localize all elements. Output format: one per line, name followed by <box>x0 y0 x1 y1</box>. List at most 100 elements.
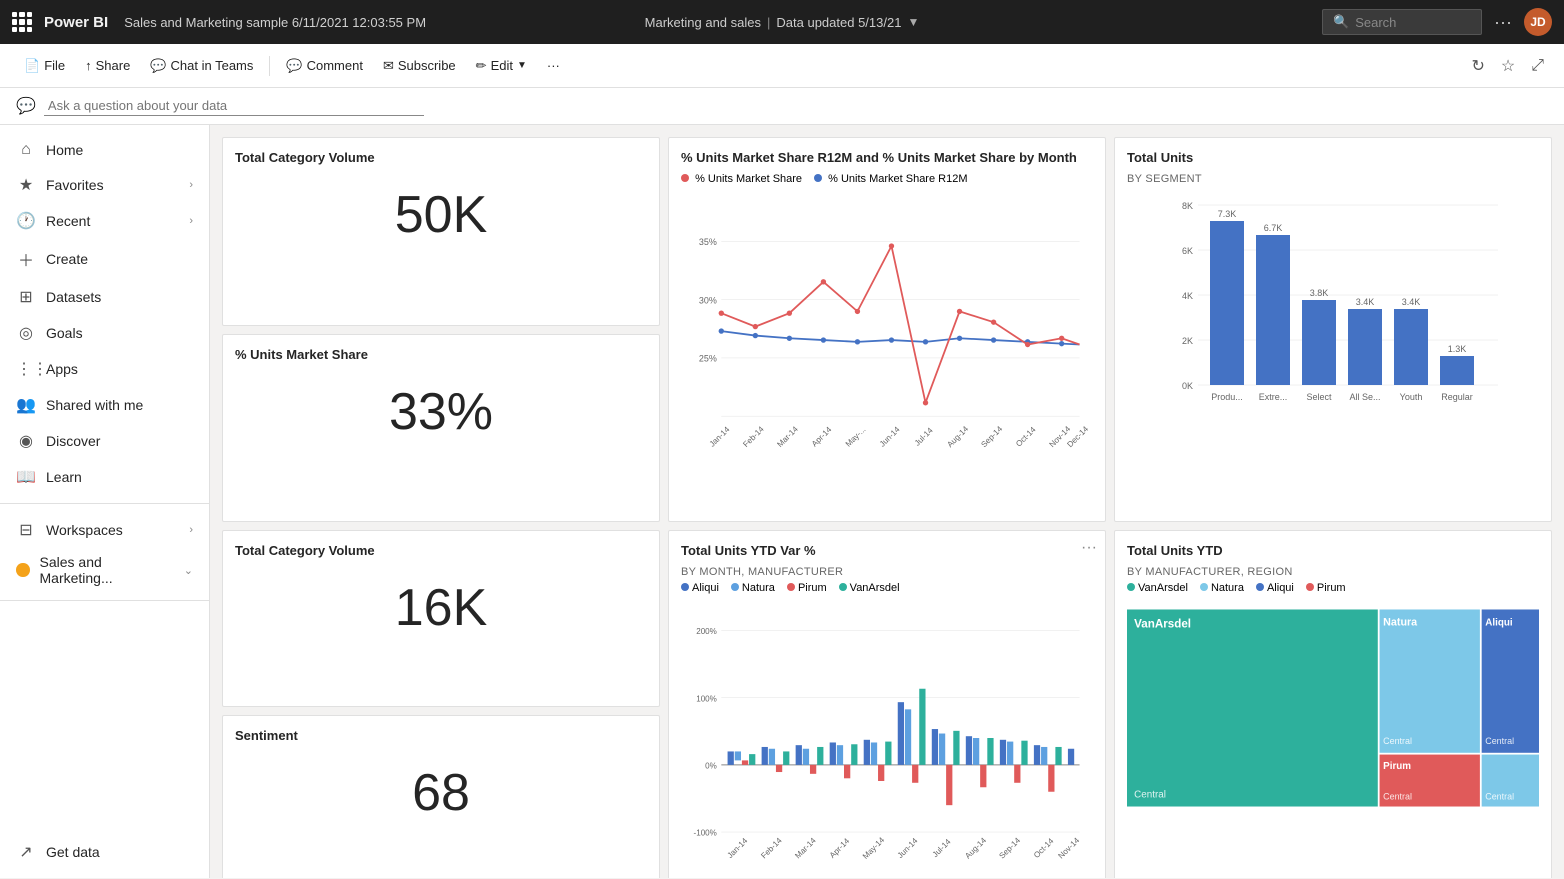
svg-text:1.3K: 1.3K <box>1448 344 1467 354</box>
qa-bar: 💬 <box>0 88 1564 125</box>
sidebar-label-apps: Apps <box>46 361 78 377</box>
tcv2-title: Total Category Volume <box>235 543 647 558</box>
datasets-icon: ⊞ <box>16 287 36 307</box>
workspace-dot <box>16 563 30 577</box>
svg-text:Sep-14: Sep-14 <box>997 835 1022 860</box>
sidebar-item-recent[interactable]: 🕐 Recent › <box>0 203 209 239</box>
comment-button[interactable]: 💬 Comment <box>278 54 371 78</box>
legend-vanarsdel: VanArsdel <box>839 582 900 594</box>
sidebar-item-apps[interactable]: ⋮⋮ Apps <box>0 351 209 387</box>
fullscreen-icon[interactable]: ⤢ <box>1527 53 1548 79</box>
svg-text:Nov-14: Nov-14 <box>1056 835 1081 860</box>
dashboard-content: Total Category Volume 50K % Units Market… <box>210 125 1564 878</box>
svg-text:Central: Central <box>1485 736 1514 746</box>
sidebar-item-workspaces[interactable]: ⊟ Workspaces › <box>0 512 209 548</box>
sidebar-item-favorites[interactable]: ★ Favorites › <box>0 167 209 203</box>
sidebar-item-create[interactable]: ＋ Create <box>0 239 209 279</box>
svg-text:Sep-14: Sep-14 <box>979 424 1004 449</box>
stacked-bar-subtitle: BY MONTH, MANUFACTURER <box>681 566 1093 578</box>
tcv-value: 50K <box>235 185 647 245</box>
stacked-bar-title: Total Units YTD Var % <box>681 543 1093 558</box>
svg-text:Apr-14: Apr-14 <box>828 836 852 860</box>
chat-label: Chat in Teams <box>171 58 254 73</box>
sidebar-item-shared[interactable]: 👥 Shared with me <box>0 387 209 423</box>
main-layout: ⌂ Home ★ Favorites › 🕐 Recent › ＋ Create… <box>0 125 1564 878</box>
sidebar-item-discover[interactable]: ◉ Discover <box>0 423 209 459</box>
file-button[interactable]: 📄 File <box>16 54 73 78</box>
svg-text:-100%: -100% <box>694 829 717 838</box>
legend-pirum: Pirum <box>787 582 827 594</box>
svg-text:All Se...: All Se... <box>1349 392 1380 402</box>
stacked-bar-legend: Aliqui Natura Pirum VanArsdel <box>681 582 1093 594</box>
sidebar-item-home[interactable]: ⌂ Home <box>0 133 209 167</box>
left-column: Total Category Volume 50K % Units Market… <box>222 137 660 522</box>
comment-label: Comment <box>307 58 363 73</box>
center-text: Marketing and sales <box>645 15 761 30</box>
svg-text:Aug-14: Aug-14 <box>945 424 970 449</box>
treemap-legend: VanArsdel Natura Aliqui Pirum <box>1127 582 1539 594</box>
favorite-icon[interactable]: ☆ <box>1497 52 1519 80</box>
sidebar-item-goals[interactable]: ◎ Goals <box>0 315 209 351</box>
svg-text:Jun-14: Jun-14 <box>896 836 920 860</box>
bar-chart-card: Total Units BY SEGMENT 8K 6K 4K 2K 0K 7.… <box>1114 137 1552 522</box>
subscribe-label: Subscribe <box>398 58 456 73</box>
more-options-chart-button[interactable]: ··· <box>1081 539 1097 557</box>
qa-input[interactable] <box>44 96 424 116</box>
svg-text:6K: 6K <box>1182 246 1193 256</box>
bar-chart-title: Total Units <box>1127 150 1539 165</box>
total-category-volume-card: Total Category Volume 50K <box>222 137 660 326</box>
sidebar-label-recent: Recent <box>46 213 90 229</box>
data-updated: Data updated 5/13/21 <box>776 15 901 30</box>
sidebar-divider <box>0 503 209 504</box>
treemap-card: Total Units YTD BY MANUFACTURER, REGION … <box>1114 530 1552 878</box>
bar-chart-subtitle: BY SEGMENT <box>1127 173 1539 185</box>
toolbar-right: ↻ ☆ ⤢ <box>1467 52 1548 80</box>
legend-pirum-tm: Pirum <box>1306 582 1346 594</box>
svg-text:0K: 0K <box>1182 381 1193 391</box>
qa-icon: 💬 <box>16 96 36 116</box>
more-options-button[interactable]: ··· <box>1494 12 1512 33</box>
stacked-bar-svg: 200% 100% 0% -100% <box>681 598 1093 878</box>
edit-button[interactable]: ✏ Edit ▼ <box>468 54 535 78</box>
workspace-chevron: ⌄ <box>184 564 193 577</box>
svg-text:Apr-14: Apr-14 <box>810 425 834 449</box>
toolbar: 📄 File ↑ Share 💬 Chat in Teams 💬 Comment… <box>0 44 1564 88</box>
goals-icon: ◎ <box>16 323 36 343</box>
edit-icon: ✏ <box>476 58 487 74</box>
sidebar-label-workspaces: Workspaces <box>46 522 123 538</box>
svg-text:Jan-14: Jan-14 <box>708 425 732 449</box>
share-label: Share <box>96 58 131 73</box>
stacked-bar-card: ··· Total Units YTD Var % BY MONTH, MANU… <box>668 530 1106 878</box>
sidebar-item-datasets[interactable]: ⊞ Datasets <box>0 279 209 315</box>
svg-text:Central: Central <box>1134 790 1166 801</box>
svg-text:Oct-14: Oct-14 <box>1014 425 1038 449</box>
waffle-icon[interactable] <box>12 12 32 32</box>
svg-text:Feb-14: Feb-14 <box>741 424 766 449</box>
get-data-button[interactable]: ↗ Get data <box>0 834 209 870</box>
svg-text:Regular: Regular <box>1441 392 1473 402</box>
svg-text:3.8K: 3.8K <box>1310 288 1329 298</box>
avatar[interactable]: JD <box>1524 8 1552 36</box>
chat-teams-button[interactable]: 💬 Chat in Teams <box>142 54 261 78</box>
workspace-sales-marketing[interactable]: Sales and Marketing... ⌄ <box>0 548 209 592</box>
svg-text:Extre...: Extre... <box>1259 392 1288 402</box>
share-button[interactable]: ↑ Share <box>77 54 138 77</box>
more-toolbar-button[interactable]: ··· <box>539 54 568 77</box>
card-title-ums: % Units Market Share <box>235 347 647 362</box>
subscribe-button[interactable]: ✉ Subscribe <box>375 54 464 78</box>
legend-dot-ums <box>681 174 689 182</box>
legend-natura: Natura <box>731 582 775 594</box>
chevron-down-icon[interactable]: ▼ <box>907 15 919 29</box>
search-box[interactable]: 🔍 Search <box>1322 9 1482 35</box>
svg-text:0%: 0% <box>705 761 717 770</box>
svg-text:Select: Select <box>1306 392 1332 402</box>
sidebar-item-learn[interactable]: 📖 Learn <box>0 459 209 495</box>
chevron-right-icon: › <box>189 179 193 191</box>
bottom-left-column: Total Category Volume 16K Sentiment 68 <box>222 530 660 878</box>
top-right-actions: 🔍 Search ··· JD <box>1322 8 1552 36</box>
sentiment-value: 68 <box>235 763 647 823</box>
svg-text:Youth: Youth <box>1400 392 1423 402</box>
refresh-icon[interactable]: ↻ <box>1467 52 1488 80</box>
line-chart-legend: % Units Market Share % Units Market Shar… <box>681 173 1093 185</box>
svg-text:25%: 25% <box>699 354 717 364</box>
